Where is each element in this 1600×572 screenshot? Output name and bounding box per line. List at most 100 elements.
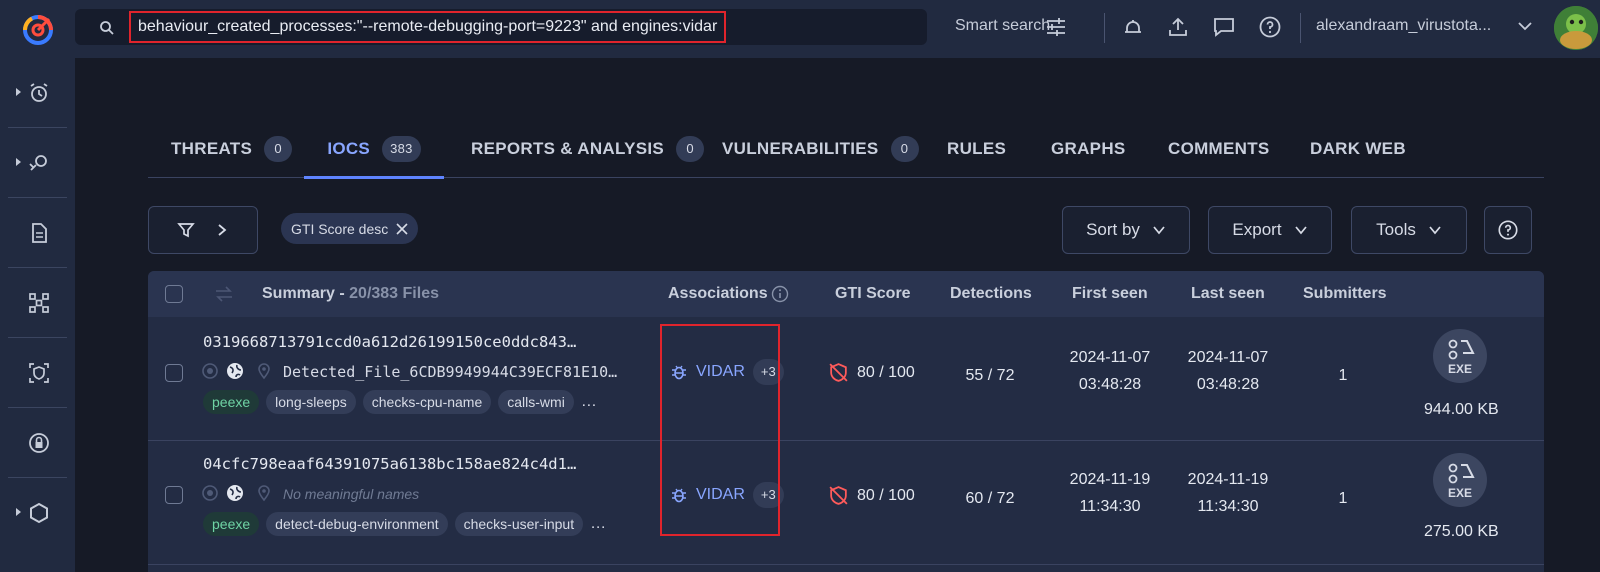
close-icon[interactable] <box>396 222 408 235</box>
swap-icon[interactable] <box>214 285 234 303</box>
file-hash[interactable]: 0319668713791ccd0a612d26199150ce0ddc843… <box>203 333 576 351</box>
tab-dark-web[interactable]: DARK WEB <box>1310 120 1406 178</box>
row-checkbox[interactable] <box>165 364 183 382</box>
association[interactable]: VIDAR +3 <box>670 482 784 508</box>
tools-button[interactable]: Tools <box>1351 206 1467 254</box>
graph-icon <box>29 293 49 313</box>
row-checkbox[interactable] <box>165 486 183 504</box>
header-detections[interactable]: Detections <box>950 285 1032 303</box>
tune-icon[interactable] <box>1044 15 1068 39</box>
gti-score: 80 / 100 <box>828 485 915 506</box>
sidebar-item-hunting[interactable] <box>8 128 67 198</box>
search-input[interactable]: behaviour_created_processes:"--remote-de… <box>129 11 727 43</box>
tab-threats[interactable]: THREATS 0 <box>171 120 293 178</box>
target-shield-icon <box>29 363 49 383</box>
top-bar: behaviour_created_processes:"--remote-de… <box>0 0 1600 58</box>
search-bar[interactable]: behaviour_created_processes:"--remote-de… <box>75 9 927 45</box>
tag-list: peexe long-sleeps checks-cpu-name calls-… <box>203 390 598 414</box>
sidebar-item-security[interactable] <box>8 408 67 478</box>
smart-search-button[interactable]: Smart search <box>955 17 1050 35</box>
eye-icon <box>202 363 218 379</box>
file-name: No meaningful names <box>283 486 420 502</box>
last-seen: 2024-11-07 03:48:28 <box>1187 349 1269 393</box>
select-all-checkbox[interactable] <box>165 285 183 303</box>
filter-button[interactable] <box>148 206 258 254</box>
pin-icon <box>258 485 270 502</box>
tab-reports-analysis[interactable]: REPORTS & ANALYSIS 0 <box>471 120 705 178</box>
lock-circle-icon <box>29 433 49 453</box>
tab-iocs[interactable]: IOCS 383 <box>304 120 444 179</box>
association-name: VIDAR <box>696 486 745 503</box>
association-more[interactable]: +3 <box>752 359 784 385</box>
sidebar-item-threat-landscape[interactable] <box>8 58 67 128</box>
sort-by-button[interactable]: Sort by <box>1062 206 1190 254</box>
chevron-down-icon <box>1153 226 1165 235</box>
tag[interactable]: peexe <box>203 390 260 414</box>
tag[interactable]: checks-cpu-name <box>362 390 492 414</box>
chevron-right-icon <box>218 224 227 236</box>
file-size: 944.00 KB <box>1424 401 1499 418</box>
more-tags[interactable]: … <box>581 393 598 411</box>
avatar[interactable] <box>1554 6 1598 50</box>
association-name: VIDAR <box>696 363 745 380</box>
document-icon <box>32 223 47 243</box>
detections: 60 / 72 <box>965 490 1015 507</box>
detections: 55 / 72 <box>965 367 1015 384</box>
tab-rules[interactable]: RULES <box>947 120 1006 178</box>
help-icon <box>1498 220 1518 240</box>
table-row[interactable]: 04cfc798eaaf64391075a6138bc158ae824c4d1…… <box>148 441 1544 565</box>
filter-icon <box>177 223 195 238</box>
divider <box>1104 13 1105 43</box>
chat-icon[interactable] <box>1212 15 1236 39</box>
export-label: Export <box>1232 220 1282 239</box>
tag[interactable]: detect-debug-environment <box>266 512 448 536</box>
gti-value: 80 / 100 <box>857 363 915 381</box>
caret-right-icon <box>16 158 21 166</box>
alarm-icon <box>30 83 48 102</box>
header-submitters[interactable]: Submitters <box>1303 285 1387 303</box>
association[interactable]: VIDAR +3 <box>670 359 784 385</box>
file-hash[interactable]: 04cfc798eaaf64391075a6138bc158ae824c4d1… <box>203 455 576 473</box>
header-gti-score[interactable]: GTI Score <box>835 285 911 303</box>
user-menu[interactable]: alexandraam_virustota... <box>1316 17 1491 35</box>
shield-off-icon <box>829 486 848 505</box>
sidebar-item-graph[interactable] <box>8 268 67 338</box>
bug-icon <box>672 488 686 503</box>
sidebar-item-reports[interactable] <box>8 198 67 268</box>
tag[interactable]: long-sleeps <box>266 390 356 414</box>
help-button[interactable] <box>1484 206 1532 254</box>
file-exe-icon: EXE <box>1433 453 1487 507</box>
table-row[interactable]: 0319668713791ccd0a612d26199150ce0ddc843…… <box>148 317 1544 441</box>
tab-graphs[interactable]: GRAPHS <box>1051 120 1126 178</box>
export-button[interactable]: Export <box>1208 206 1332 254</box>
info-icon[interactable] <box>771 285 789 303</box>
tag[interactable]: peexe <box>203 512 260 536</box>
submitters: 1 <box>1338 367 1348 384</box>
tag[interactable]: checks-user-input <box>454 512 584 536</box>
bug-icon <box>672 365 686 380</box>
sidebar-item-integrations[interactable] <box>8 478 67 548</box>
search-icon <box>100 21 114 35</box>
sidebar-item-detection[interactable] <box>8 338 67 408</box>
header-first-seen[interactable]: First seen <box>1072 285 1148 303</box>
logo-icon[interactable] <box>18 9 58 49</box>
table-header: Summary - 20/383 Files Associations GTI … <box>148 271 1544 317</box>
chevron-down-icon[interactable] <box>1516 17 1534 35</box>
shield-off-icon <box>829 363 848 382</box>
help-icon[interactable] <box>1258 15 1282 39</box>
association-more[interactable]: +3 <box>752 482 784 508</box>
chevron-down-icon <box>1429 226 1441 235</box>
tab-comments[interactable]: COMMENTS <box>1168 120 1270 178</box>
first-seen: 2024-11-07 03:48:28 <box>1069 349 1151 393</box>
last-seen: 2024-11-19 11:34:30 <box>1187 471 1269 515</box>
more-tags[interactable]: … <box>590 515 607 533</box>
header-last-seen[interactable]: Last seen <box>1191 285 1265 303</box>
first-seen: 2024-11-19 11:34:30 <box>1069 471 1151 515</box>
sort-chip[interactable]: GTI Score desc <box>281 213 419 244</box>
upload-icon[interactable] <box>1166 15 1190 39</box>
tag-list: peexe detect-debug-environment checks-us… <box>203 512 607 536</box>
tab-vulnerabilities[interactable]: VULNERABILITIES 0 <box>722 120 919 178</box>
bell-icon[interactable] <box>1121 15 1145 39</box>
tag[interactable]: calls-wmi <box>498 390 574 414</box>
caret-right-icon <box>16 88 21 96</box>
